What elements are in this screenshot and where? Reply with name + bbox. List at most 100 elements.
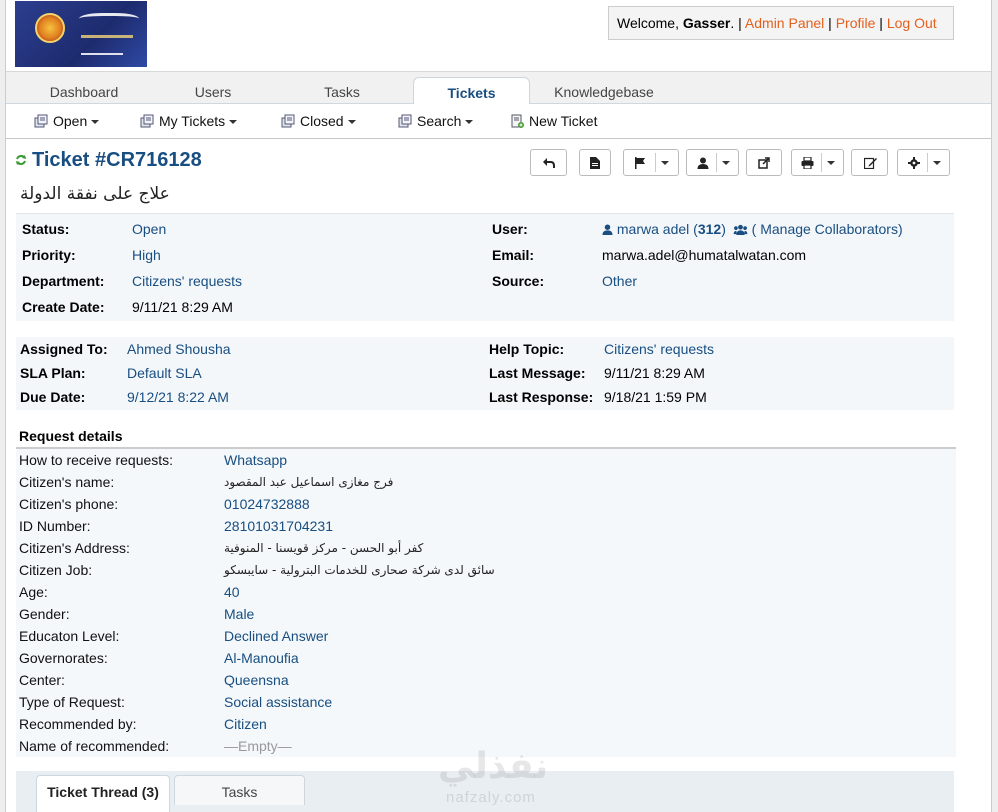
last-message-value: 9/11/21 8:29 AM xyxy=(604,365,705,381)
user-value: marwa adel (312) ( Manage Collaborators) xyxy=(602,221,903,237)
chevron-down-icon xyxy=(347,120,356,124)
request-row-label: Gender: xyxy=(19,606,70,622)
request-row-label: Governorates: xyxy=(19,650,108,666)
print-pdf-button[interactable] xyxy=(579,149,611,176)
print-dropdown-button[interactable] xyxy=(791,149,844,176)
request-row-label: Citizen Job: xyxy=(19,562,93,578)
chevron-down-icon xyxy=(827,161,835,165)
request-row-value: —Empty— xyxy=(224,738,292,754)
site-logo[interactable] xyxy=(15,1,147,67)
assigned-to-value: Ahmed Shousha xyxy=(127,341,231,357)
transfer-button[interactable] xyxy=(746,149,782,176)
gear-icon xyxy=(908,157,920,169)
request-row-label: Citizen's Address: xyxy=(19,540,130,556)
status-value: Open xyxy=(132,221,167,237)
request-row-value: Citizen xyxy=(224,716,267,732)
request-row-value: Whatsapp xyxy=(224,452,288,468)
request-row-value: Al-Manoufia xyxy=(224,650,299,666)
tab-knowledgebase[interactable]: Knowledgebase xyxy=(544,77,664,105)
request-details-heading: Request details xyxy=(19,428,123,444)
manage-collaborators-link[interactable]: Manage Collaborators) xyxy=(760,221,902,237)
users-group-icon xyxy=(733,224,748,235)
print-icon xyxy=(801,157,814,169)
last-response-value: 9/18/21 1:59 PM xyxy=(604,389,707,405)
profile-link[interactable]: Profile xyxy=(836,15,876,31)
tickets-icon xyxy=(398,114,412,128)
sub-nav: Open My Tickets Closed Search New Ticket xyxy=(6,104,991,139)
tickets-icon xyxy=(34,114,48,128)
tab-ticket-thread[interactable]: Ticket Thread (3) xyxy=(36,775,170,812)
tab-tickets[interactable]: Tickets xyxy=(413,77,530,106)
chevron-down-icon xyxy=(661,161,669,165)
main-nav: Dashboard Users Tasks Tickets Knowledgeb… xyxy=(6,71,991,106)
due-date-label: Due Date: xyxy=(20,389,86,405)
chevron-down-icon xyxy=(722,161,730,165)
help-topic-value: Citizens' requests xyxy=(604,341,715,357)
last-response-label: Last Response: xyxy=(489,389,594,405)
request-row-label: Type of Request: xyxy=(19,694,125,710)
logo-emblem-icon xyxy=(35,13,65,43)
flag-icon xyxy=(635,157,645,169)
ticket-title[interactable]: Ticket #CR716128 xyxy=(32,149,202,172)
edit-icon xyxy=(864,157,877,169)
tab-users[interactable]: Users xyxy=(163,77,263,105)
request-row-value: Social assistance xyxy=(224,694,333,710)
chevron-down-icon xyxy=(91,120,100,124)
request-row-value: فرج مغازى اسماعيل عبد المقصود xyxy=(224,475,394,489)
due-date-value: 9/12/21 8:22 AM xyxy=(127,389,229,405)
user-label: User: xyxy=(492,221,528,237)
department-label: Department: xyxy=(22,273,105,289)
request-row-value: كفر أبو الحسن - مركز قويسنا - المنوفية xyxy=(224,541,424,555)
search-menu[interactable]: Search xyxy=(398,113,474,129)
refresh-icon[interactable] xyxy=(15,154,27,166)
request-row-value: Declined Answer xyxy=(224,628,329,644)
priority-value: High xyxy=(132,247,161,263)
request-row-label: Educaton Level: xyxy=(19,628,120,644)
request-row-value: Queensna xyxy=(224,672,289,688)
tab-tasks[interactable]: Tasks xyxy=(292,77,392,105)
create-date-label: Create Date: xyxy=(22,299,105,315)
create-date-value: 9/11/21 8:29 AM xyxy=(132,299,233,315)
email-label: Email: xyxy=(492,247,535,263)
last-message-label: Last Message: xyxy=(489,365,586,381)
tab-dashboard[interactable]: Dashboard xyxy=(34,77,134,105)
department-value: Citizens' requests xyxy=(132,273,243,289)
closed-menu[interactable]: Closed xyxy=(281,113,356,129)
chevron-down-icon xyxy=(229,120,238,124)
settings-dropdown-button[interactable] xyxy=(897,149,950,176)
watermark-logo: نفذلي xyxy=(438,746,549,787)
new-ticket-link[interactable]: New Ticket xyxy=(510,113,597,129)
welcome-box: Welcome, Gasser. | Admin Panel | Profile… xyxy=(608,6,954,40)
user-icon xyxy=(602,224,613,235)
request-row-label: Citizen's name: xyxy=(19,474,115,490)
status-label: Status: xyxy=(22,221,70,237)
ticket-subject: علاج على نفقة الدولة xyxy=(20,184,170,204)
share-icon xyxy=(758,157,770,169)
request-row-label: Citizen's phone: xyxy=(19,496,119,512)
help-topic-label: Help Topic: xyxy=(489,341,565,357)
priority-label: Priority: xyxy=(22,247,76,263)
request-row-label: ID Number: xyxy=(19,518,91,534)
request-details-panel xyxy=(16,449,956,757)
tab-tasks-bottom[interactable]: Tasks xyxy=(174,775,305,805)
edit-button[interactable] xyxy=(851,149,888,176)
user-ticket-count: 312 xyxy=(697,221,722,237)
reply-button[interactable] xyxy=(530,149,567,176)
request-row-label: Center: xyxy=(19,672,65,688)
open-menu[interactable]: Open xyxy=(34,113,100,129)
request-row-value: 40 xyxy=(224,584,240,600)
flag-dropdown-button[interactable] xyxy=(623,149,679,176)
admin-panel-link[interactable]: Admin Panel xyxy=(745,15,824,31)
my-tickets-menu[interactable]: My Tickets xyxy=(140,113,238,129)
tickets-icon xyxy=(281,114,295,128)
sla-plan-label: SLA Plan: xyxy=(20,365,86,381)
logout-link[interactable]: Log Out xyxy=(887,15,937,31)
request-row-value: سائق لدى شركة صحارى للخدمات البترولية - … xyxy=(224,563,495,577)
user-icon xyxy=(697,157,709,169)
request-row-label: Name of recommended: xyxy=(19,738,170,754)
chevron-down-icon xyxy=(465,120,474,124)
assign-dropdown-button[interactable] xyxy=(686,149,739,176)
sla-plan-value: Default SLA xyxy=(127,365,202,381)
user-name-link[interactable]: marwa adel xyxy=(617,221,689,237)
request-row-value: 01024732888 xyxy=(224,496,310,512)
